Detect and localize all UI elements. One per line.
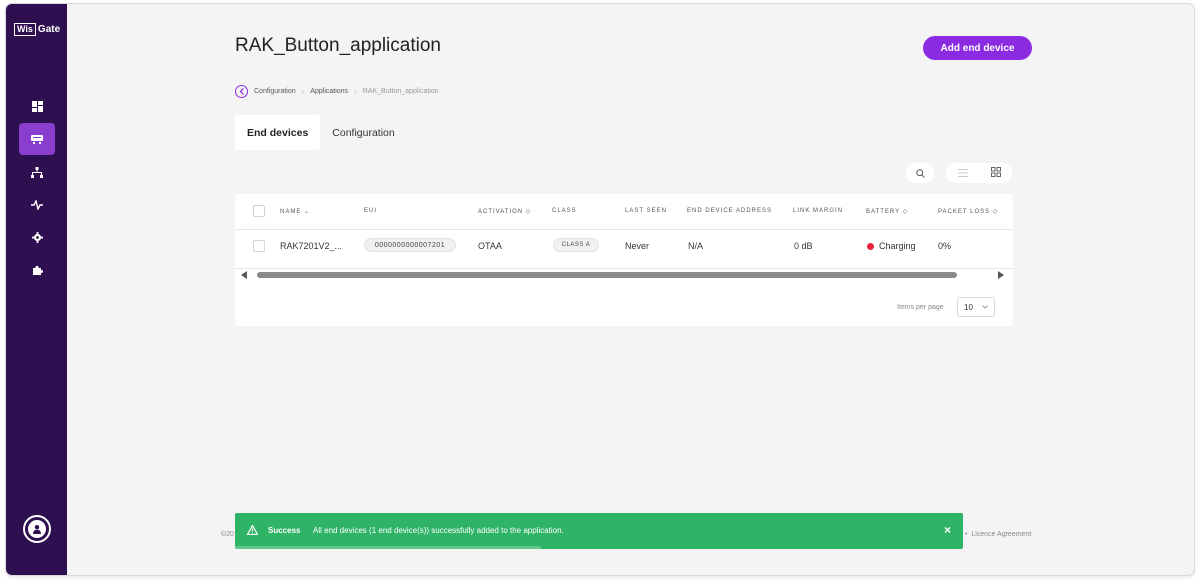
scrollbar-thumb[interactable] <box>257 272 957 278</box>
device-class-badge: CLASS A <box>553 238 599 252</box>
device-packet-loss: 0% <box>938 241 952 251</box>
breadcrumb-separator-icon: › <box>301 87 305 96</box>
sidebar: Wis Gate <box>6 4 67 575</box>
success-toast: Success All end devices (1 end device(s)… <box>235 513 963 549</box>
column-header-name[interactable]: NAME ⌄ <box>280 208 310 215</box>
back-button[interactable] <box>235 85 248 98</box>
sidebar-item-gateways[interactable] <box>19 123 55 155</box>
sidebar-item-network[interactable] <box>19 156 55 188</box>
battery-status-dot <box>867 243 874 251</box>
sort-icon: ◇ <box>525 209 532 215</box>
search-button[interactable] <box>906 163 934 183</box>
view-toggle <box>946 163 1012 183</box>
add-end-device-button[interactable]: Add end device <box>923 36 1032 60</box>
column-header-battery[interactable]: BATTERY ◇ <box>866 208 908 215</box>
column-header-class: CLASS <box>552 208 577 214</box>
toast-title: Success <box>268 526 301 535</box>
row-checkbox[interactable] <box>253 240 265 252</box>
grid-view-icon <box>990 167 1001 177</box>
sort-icon: ◇ <box>902 209 909 215</box>
device-last-seen: Never <box>625 241 650 251</box>
column-header-link-margin: LINK MARGIN <box>793 208 844 214</box>
device-battery: Charging <box>867 241 916 251</box>
tab-configuration[interactable]: Configuration <box>320 115 406 150</box>
logo: Wis Gate <box>14 23 60 36</box>
column-header-activation[interactable]: ACTIVATION ◇ <box>478 208 531 215</box>
device-link-margin: 0 dB <box>794 241 813 251</box>
warning-triangle-icon <box>247 525 258 535</box>
activity-icon <box>31 200 43 210</box>
items-per-page-select[interactable]: 10 <box>957 297 995 317</box>
scroll-left-icon[interactable] <box>241 271 247 279</box>
search-icon <box>915 168 925 178</box>
breadcrumb-item-configuration[interactable]: Configuration <box>254 88 296 95</box>
column-header-end-device-address: END DEVICE ADDRESS <box>687 208 773 214</box>
logo-text: Gate <box>37 24 61 35</box>
items-per-page-value: 10 <box>964 302 973 312</box>
column-header-eui: EUI <box>364 208 378 214</box>
user-avatar[interactable] <box>23 515 51 543</box>
row-divider <box>235 268 1013 269</box>
sidebar-item-activity[interactable] <box>19 189 55 221</box>
user-icon <box>28 520 46 538</box>
column-header-last-seen: LAST SEEN <box>625 208 667 214</box>
select-all-checkbox[interactable] <box>253 205 265 217</box>
tabs: End devices Configuration <box>235 115 407 150</box>
sidebar-item-dashboard[interactable] <box>19 90 55 122</box>
toast-message: All end devices (1 end device(s)) succes… <box>313 526 564 535</box>
chevron-down-icon <box>982 305 988 309</box>
list-view-button[interactable] <box>957 164 968 182</box>
sidebar-item-extensions[interactable] <box>19 254 55 286</box>
breadcrumb-item-current: RAK_Button_application <box>362 88 439 95</box>
scroll-right-icon[interactable] <box>998 271 1004 279</box>
settings-icon <box>31 231 43 243</box>
sort-icon: ◇ <box>992 209 999 215</box>
chevron-left-icon <box>239 88 244 95</box>
gateway-icon <box>31 135 43 144</box>
app-window: Wis Gate RAK_Button_application Add end … <box>6 4 1194 575</box>
licence-agreement-link[interactable]: • Licence Agreement <box>965 531 1031 538</box>
sidebar-item-settings[interactable] <box>19 221 55 253</box>
grid-view-button[interactable] <box>990 164 1001 182</box>
logo-box-text: Wis <box>14 23 36 36</box>
header-divider <box>235 229 1013 230</box>
device-activation: OTAA <box>478 241 502 251</box>
device-address: N/A <box>688 241 704 251</box>
device-eui: 0000000000007201 <box>364 238 456 252</box>
page-title: RAK_Button_application <box>235 35 441 56</box>
network-icon <box>31 166 43 178</box>
extensions-icon <box>32 265 43 275</box>
device-name[interactable]: RAK7201V2_... <box>280 241 342 251</box>
toast-close-button[interactable]: × <box>944 523 951 537</box>
column-header-packet-loss[interactable]: PACKET LOSS ◇ <box>938 208 998 215</box>
dashboard-icon <box>31 100 43 112</box>
list-view-icon <box>957 169 968 177</box>
items-per-page-label: Items per page <box>897 304 944 311</box>
breadcrumb: Configuration › Applications › RAK_Butto… <box>235 85 439 98</box>
horizontal-scrollbar[interactable] <box>235 270 1013 280</box>
tab-end-devices[interactable]: End devices <box>235 115 321 150</box>
breadcrumb-separator-icon: › <box>354 87 357 96</box>
end-devices-table: NAME ⌄ EUI ACTIVATION ◇ CLASS LAST SEEN … <box>235 194 1013 326</box>
breadcrumb-item-applications[interactable]: Applications <box>310 88 348 95</box>
footer-copyright: ©20 <box>221 531 234 538</box>
sort-down-icon: ⌄ <box>304 209 311 215</box>
toast-progress-bar <box>235 546 541 549</box>
